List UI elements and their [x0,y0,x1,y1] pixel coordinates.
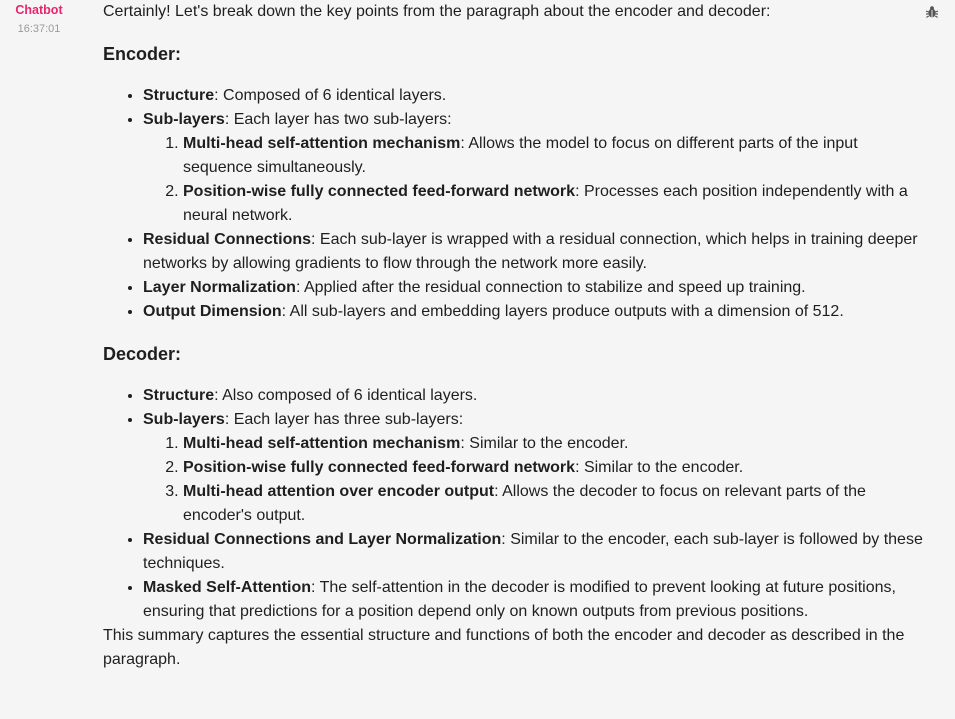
item-term: Masked Self-Attention [143,579,312,596]
list-item: Structure: Composed of 6 identical layer… [143,84,923,108]
list-item: Multi-head attention over encoder output… [183,480,923,528]
item-term: Sub-layers [143,411,225,428]
list-item: Sub-layers: Each layer has three sub-lay… [143,408,923,528]
message-timestamp: 16:37:01 [17,23,61,35]
item-term: Structure [143,387,215,404]
item-term: Residual Connections [143,231,312,248]
item-term: Multi-head attention over encoder output [183,483,495,500]
item-term: Multi-head self-attention mechanism [183,135,461,152]
list-item: Position-wise fully connected feed-forwa… [183,456,923,480]
item-text: : Similar to the encoder. [460,435,629,452]
item-term: Output Dimension [143,303,282,320]
chat-message: Certainly! Let's break down the key poin… [103,0,923,672]
list-item: Structure: Also composed of 6 identical … [143,384,923,408]
encoder-sublayer-list: Multi-head self-attention mechanism: All… [143,132,923,228]
list-item: Residual Connections: Each sub-layer is … [143,228,923,276]
item-term: Residual Connections and Layer Normaliza… [143,531,502,548]
sender-name: Chatbot [15,3,63,17]
message-sender: Chatbot 16:37:01 [0,2,78,36]
item-text: : Applied after the residual connection … [295,279,806,296]
decoder-sublayer-list: Multi-head self-attention mechanism: Sim… [143,432,923,528]
list-item: Layer Normalization: Applied after the r… [143,276,923,300]
item-term: Multi-head self-attention mechanism [183,435,461,452]
list-item: Multi-head self-attention mechanism: All… [183,132,923,180]
item-term: Layer Normalization [143,279,296,296]
item-term: Position-wise fully connected feed-forwa… [183,459,576,476]
decoder-list: Structure: Also composed of 6 identical … [103,384,923,624]
list-item: Sub-layers: Each layer has two sub-layer… [143,108,923,228]
item-term: Structure [143,87,215,104]
list-item: Masked Self-Attention: The self-attentio… [143,576,923,624]
encoder-list: Structure: Composed of 6 identical layer… [103,84,923,324]
encoder-heading: Encoder: [103,44,182,64]
item-text: : Each layer has two sub-layers: [224,111,452,128]
item-text: : Similar to the encoder. [575,459,744,476]
decoder-heading: Decoder: [103,344,182,364]
summary-text: This summary captures the essential stru… [103,627,905,668]
item-text: : Also composed of 6 identical layers. [214,387,478,404]
item-text: : Composed of 6 identical layers. [214,87,447,104]
bug-icon[interactable] [925,5,939,19]
list-item: Residual Connections and Layer Normaliza… [143,528,923,576]
list-item: Output Dimension: All sub-layers and emb… [143,300,923,324]
list-item: Multi-head self-attention mechanism: Sim… [183,432,923,456]
item-text: : All sub-layers and embedding layers pr… [281,303,844,320]
item-text: : Each layer has three sub-layers: [224,411,464,428]
item-term: Sub-layers [143,111,225,128]
item-term: Position-wise fully connected feed-forwa… [183,183,576,200]
intro-text: Certainly! Let's break down the key poin… [103,3,771,20]
list-item: Position-wise fully connected feed-forwa… [183,180,923,228]
